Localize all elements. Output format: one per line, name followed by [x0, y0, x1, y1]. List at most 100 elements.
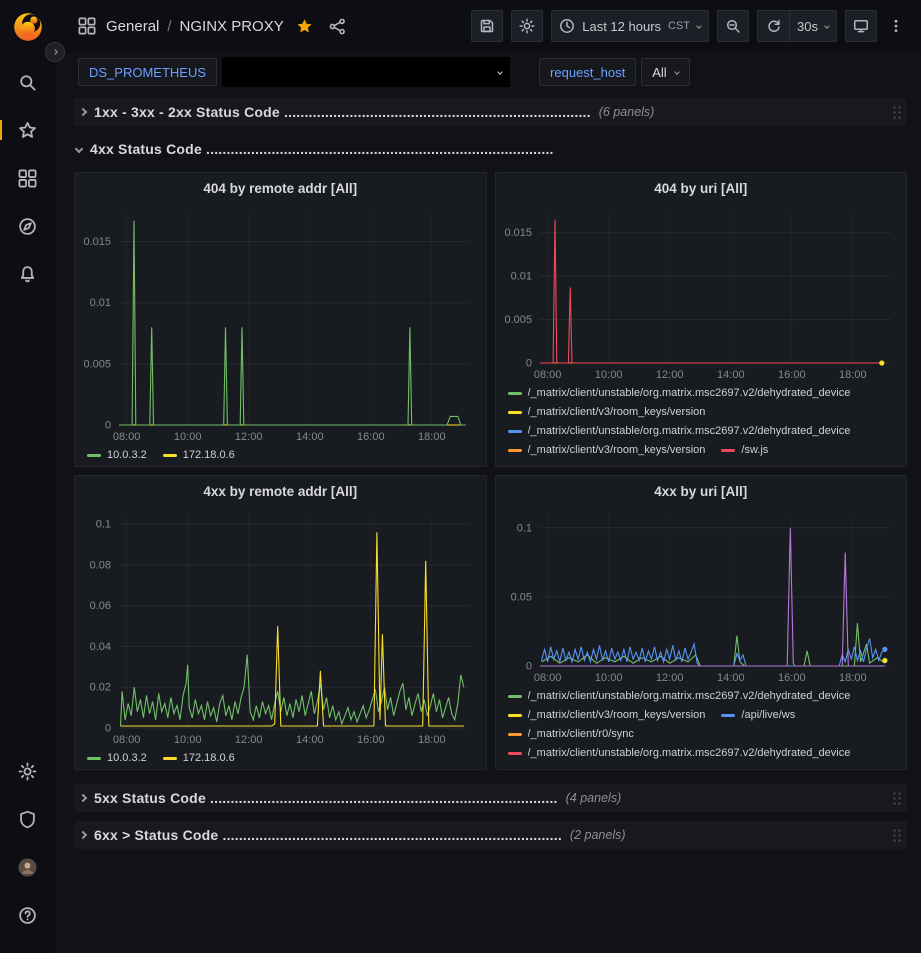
favorite-star-icon[interactable]: [296, 18, 313, 35]
refresh-button[interactable]: [757, 10, 789, 42]
panel-title[interactable]: 404 by remote addr [All]: [75, 173, 486, 203]
legend-swatch: [163, 454, 177, 457]
row-panel-count: (6 panels): [599, 105, 655, 119]
sidebar-item-alerting[interactable]: [0, 250, 55, 298]
panel-title[interactable]: 404 by uri [All]: [496, 173, 907, 203]
chevron-right-icon: [79, 108, 87, 116]
legend-swatch: [508, 411, 522, 414]
more-options-button[interactable]: [885, 10, 907, 42]
legend-item[interactable]: /_matrix/client/unstable/org.matrix.msc2…: [508, 687, 851, 706]
legend-label: 172.18.0.6: [183, 749, 235, 768]
save-dashboard-button[interactable]: [471, 10, 503, 42]
breadcrumb-section[interactable]: General: [106, 18, 159, 35]
legend-item[interactable]: 10.0.3.2: [87, 749, 147, 768]
sidebar-item-help[interactable]: [0, 891, 55, 939]
panel-404-by-remote-addr: 404 by remote addr [All] 00.0050.010.015…: [74, 172, 487, 467]
grafana-logo-icon[interactable]: [11, 10, 45, 44]
sidebar-item-explore[interactable]: [0, 202, 55, 250]
refresh-icon: [766, 18, 782, 34]
clock-icon: [559, 18, 575, 34]
datasource-variable-dropdown[interactable]: [222, 57, 510, 87]
svg-text:0.06: 0.06: [90, 600, 111, 612]
legend-item[interactable]: /_matrix/client/v3/room_keys/version: [508, 441, 706, 460]
sidebar-expand-button[interactable]: [45, 42, 65, 62]
legend-label: /_matrix/client/v3/room_keys/version: [528, 403, 706, 422]
row-drag-handle[interactable]: [891, 827, 901, 843]
svg-text:10:00: 10:00: [174, 734, 202, 746]
sidebar-item-dashboards[interactable]: [0, 154, 55, 202]
svg-text:12:00: 12:00: [235, 734, 263, 746]
legend-item[interactable]: /sw.js: [721, 441, 768, 460]
svg-text:14:00: 14:00: [717, 672, 745, 684]
legend-item[interactable]: /_matrix/client/v3/room_keys/version: [508, 403, 706, 422]
svg-text:18:00: 18:00: [418, 431, 446, 443]
legend-item[interactable]: /api/live/ws: [721, 706, 795, 725]
zoom-out-time-button[interactable]: [717, 10, 749, 42]
share-icon[interactable]: [329, 18, 346, 35]
request-host-variable-dropdown[interactable]: All: [641, 58, 689, 86]
tv-mode-button[interactable]: [845, 10, 877, 42]
panel-grid: 404 by remote addr [All] 00.0050.010.015…: [74, 172, 907, 770]
legend-swatch: [163, 757, 177, 760]
sidebar-item-server-admin[interactable]: [0, 795, 55, 843]
panel-legend: 10.0.3.2 172.18.0.6: [75, 445, 486, 466]
row-title: 1xx - 3xx - 2xx Status Code ............…: [94, 104, 591, 120]
dashboard-row-6xx[interactable]: 6xx > Status Code ......................…: [74, 821, 907, 849]
svg-text:0.1: 0.1: [516, 522, 531, 534]
legend-swatch: [508, 714, 522, 717]
legend-item[interactable]: 10.0.3.2: [87, 446, 147, 465]
legend-item[interactable]: /_matrix/client/unstable/org.matrix.msc2…: [508, 384, 851, 403]
user-avatar: [18, 858, 37, 877]
panel-title[interactable]: 4xx by remote addr [All]: [75, 476, 486, 506]
apps-grid-icon: [78, 17, 96, 35]
timeseries-chart[interactable]: 00.0050.010.01508:0010:0012:0014:0016:00…: [75, 203, 486, 445]
legend-item[interactable]: /_matrix/client/r0/sync: [508, 725, 634, 744]
panel-4xx-by-remote-addr: 4xx by remote addr [All] 00.020.040.060.…: [74, 475, 487, 770]
legend-label: /_matrix/client/r0/sync: [528, 725, 634, 744]
legend-label: /api/live/ws: [741, 706, 795, 725]
timeseries-chart[interactable]: 00.020.040.060.080.108:0010:0012:0014:00…: [75, 506, 486, 748]
panel-title[interactable]: 4xx by uri [All]: [496, 476, 907, 506]
row-drag-handle[interactable]: [891, 104, 901, 120]
time-range-label: Last 12 hours: [582, 19, 661, 34]
kebab-icon: [888, 18, 904, 34]
legend-label: /_matrix/client/unstable/org.matrix.msc2…: [528, 422, 851, 441]
time-range-picker[interactable]: Last 12 hours CST: [551, 10, 709, 42]
dashboard-row-5xx[interactable]: 5xx Status Code ........................…: [74, 784, 907, 812]
timeseries-chart[interactable]: 00.050.108:0010:0012:0014:0016:0018:00: [496, 506, 907, 686]
sidebar-item-profile[interactable]: [0, 843, 55, 891]
help-question-icon: [18, 906, 37, 925]
timeseries-chart[interactable]: 00.0050.010.01508:0010:0012:0014:0016:00…: [496, 203, 907, 383]
legend-swatch: [721, 449, 735, 452]
legend-label: /_matrix/client/unstable/org.matrix.msc2…: [528, 744, 851, 763]
row-title: 6xx > Status Code ......................…: [94, 827, 562, 843]
dashboard-row-4xx[interactable]: 4xx Status Code ........................…: [74, 135, 907, 163]
legend-swatch: [508, 430, 522, 433]
panel-4xx-by-uri: 4xx by uri [All] 00.050.108:0010:0012:00…: [495, 475, 908, 770]
gear-icon: [519, 18, 535, 34]
legend-item[interactable]: /_matrix/client/unstable/org.matrix.msc2…: [508, 422, 851, 441]
svg-text:0: 0: [525, 661, 531, 673]
legend-item[interactable]: /_matrix/client/v3/room_keys/version: [508, 706, 706, 725]
dashboard-row-1xx-3xx-2xx[interactable]: 1xx - 3xx - 2xx Status Code ............…: [74, 98, 907, 126]
chevron-right-icon: [52, 49, 58, 55]
sidebar-item-starred[interactable]: [0, 106, 55, 154]
row-panel-count: (2 panels): [570, 828, 626, 842]
dashboard-settings-button[interactable]: [511, 10, 543, 42]
sidebar-item-settings[interactable]: [0, 747, 55, 795]
legend-item[interactable]: 172.18.0.6: [163, 446, 235, 465]
legend-item[interactable]: /_matrix/client/unstable/org.matrix.msc2…: [508, 744, 851, 763]
svg-text:10:00: 10:00: [174, 431, 202, 443]
sidebar-item-search[interactable]: [0, 58, 55, 106]
shield-icon: [18, 810, 37, 829]
monitor-icon: [853, 18, 869, 34]
row-drag-handle[interactable]: [891, 790, 901, 806]
refresh-interval-value: 30s: [797, 19, 818, 34]
refresh-interval-dropdown[interactable]: 30s: [789, 10, 837, 42]
svg-text:12:00: 12:00: [235, 431, 263, 443]
legend-item[interactable]: 172.18.0.6: [163, 749, 235, 768]
svg-text:0.04: 0.04: [90, 641, 111, 653]
svg-text:10:00: 10:00: [594, 369, 622, 381]
chevron-down-icon: [824, 23, 830, 29]
panel-legend: /_matrix/client/unstable/org.matrix.msc2…: [496, 686, 907, 769]
